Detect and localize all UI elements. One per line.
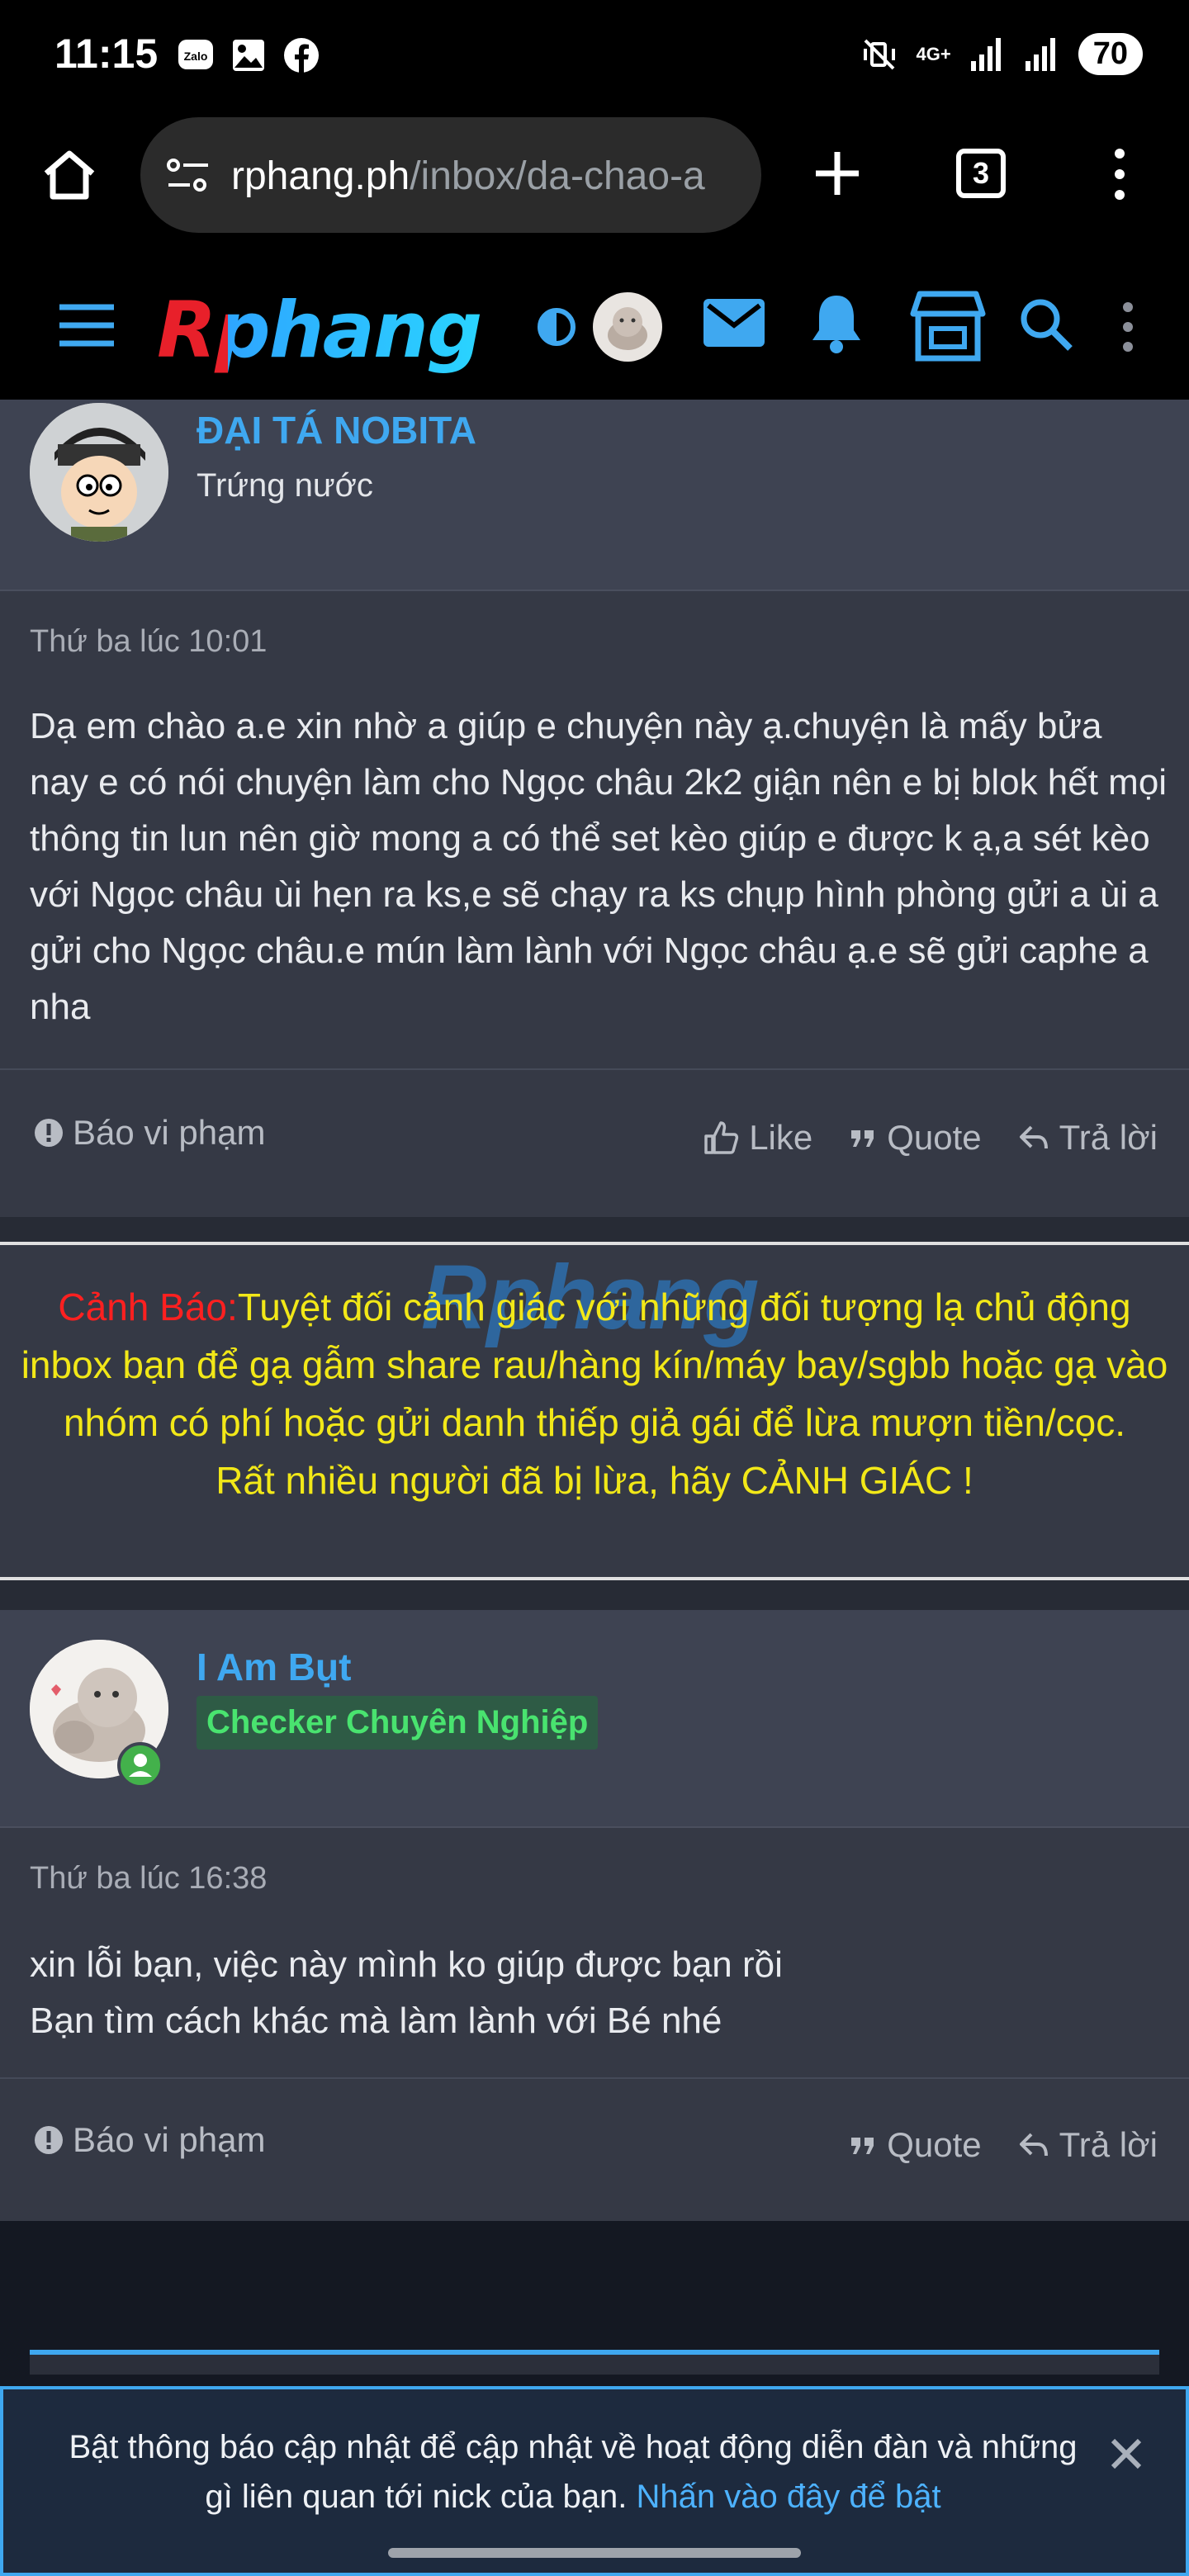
post-actions: Like Quote Trả lời [703,1118,1158,1158]
online-status-icon [117,1742,163,1788]
cat-avatar-image [608,307,647,350]
zalo-icon: Zalo [178,40,213,69]
warning-text: Cảnh Báo:Tuyệt đối cảnh giác với những đ… [17,1278,1172,1509]
quote-label: Quote [887,2125,982,2164]
site-logo[interactable]: Rphang [157,286,482,376]
reply-arrow-icon [1019,2133,1048,2157]
notification-icons: Zalo [177,36,320,74]
status-indicators: 4G+ 70 [860,33,1143,75]
post-date[interactable]: Thứ ba lúc 10:01 [30,624,267,660]
reply-button[interactable]: Trả lời [1018,1118,1158,1158]
notification-bell-icon[interactable] [808,292,865,355]
theme-toggle-icon[interactable] [535,305,578,348]
author-badge: Checker Chuyên Nghiệp [197,1696,599,1750]
alert-icon [35,2126,63,2154]
home-icon[interactable] [40,145,99,205]
post-actions-bar: Báo vi phạm Quote Trả lời [0,2077,1189,2221]
site-settings-icon[interactable] [165,155,211,195]
message-post: ĐẠI TÁ NOBITA Trứng nước Thứ ba lúc 10:0… [0,400,1189,1217]
status-bar: 11:15 Zalo 4G+ 70 [0,0,1189,112]
reply-label: Trả lời [1059,2125,1158,2164]
url-path: /inbox/da-chao-a [410,154,705,198]
author-username[interactable]: I Am Bụt [197,1645,351,1689]
hamburger-menu-icon[interactable] [58,302,116,348]
author-username[interactable]: ĐẠI TÁ NOBITA [197,408,476,452]
quote-icon [851,1130,874,1147]
search-icon[interactable] [1017,296,1075,353]
close-icon[interactable] [1108,2436,1144,2472]
enable-notifications-link[interactable]: Nhấn vào đây để bật [636,2479,940,2515]
facebook-icon [284,38,319,73]
post-actions-bar: Báo vi phạm Like Quote Trả lời [0,1068,1189,1217]
browser-menu-icon[interactable] [1103,145,1136,203]
gesture-bar [388,2548,801,2558]
svg-text:Zalo: Zalo [184,50,208,63]
report-label: Báo vi phạm [73,2120,266,2159]
post-author-block: I Am Bụt Checker Chuyên Nghiệp [0,1610,1189,1828]
url-domain: rphang.ph [231,154,410,198]
status-time: 11:15 [54,31,159,77]
site-header: Rphang [0,238,1189,400]
post-content: xin lỗi bạn, việc này mình ko giúp được … [30,1937,1169,2049]
thumbs-up-icon [704,1121,739,1154]
address-bar[interactable]: rphang.ph/inbox/da-chao-a [140,117,761,233]
scam-warning-banner: Rphang Cảnh Báo:Tuyệt đối cảnh giác với … [0,1242,1189,1580]
report-label: Báo vi phạm [73,1113,266,1152]
post-actions: Quote Trả lời [849,2125,1158,2165]
like-label: Like [749,1118,813,1157]
reply-box-edge [30,2350,1159,2375]
network-type: 4G+ [916,43,951,64]
post-date[interactable]: Thứ ba lúc 16:38 [30,1861,267,1896]
url-text[interactable]: rphang.ph/inbox/da-chao-a [231,154,743,199]
tab-switcher-button[interactable]: 3 [956,149,1006,198]
post-author-block: ĐẠI TÁ NOBITA Trứng nước [0,400,1189,591]
report-button[interactable]: Báo vi phạm [33,2120,265,2160]
quote-icon [851,2138,874,2154]
post-content-line: xin lỗi bạn, việc này mình ko giúp được … [30,1944,783,1985]
reply-arrow-icon [1019,1125,1048,1149]
warning-message-2: Rất nhiều người đã bị lừa, hãy CẢNH GIÁC… [216,1459,973,1502]
signal-icon [970,37,1001,71]
quote-label: Quote [887,1118,982,1157]
quote-button[interactable]: Quote [849,1118,982,1158]
post-content: Dạ em chào a.e xin nhờ a giúp e chuyện n… [30,706,1168,1027]
quote-button[interactable]: Quote [849,2125,982,2165]
marketplace-store-icon[interactable] [907,289,989,363]
alert-icon [35,1119,63,1147]
notification-text: Bật thông báo cập nhật để cập nhật về ho… [53,2422,1093,2522]
inbox-mail-icon[interactable] [703,299,765,347]
report-button[interactable]: Báo vi phạm [33,1113,265,1153]
reply-label: Trả lời [1059,1118,1158,1157]
author-title: Trứng nước [197,467,373,504]
reply-button[interactable]: Trả lời [1018,2125,1158,2165]
image-icon [233,40,264,71]
new-tab-icon[interactable] [811,147,864,200]
warning-label: Cảnh Báo: [58,1286,238,1328]
post-content-line: Bạn tìm cách khác mà làm lành với Bé nhé [30,2001,722,2041]
browser-toolbar: rphang.ph/inbox/da-chao-a 3 [0,112,1189,238]
signal-icon-2 [1025,37,1055,71]
message-post: I Am Bụt Checker Chuyên Nghiệp Thứ ba lú… [0,1610,1189,2221]
author-avatar[interactable] [30,403,168,542]
site-more-menu-icon[interactable] [1118,301,1138,353]
like-button[interactable]: Like [703,1118,812,1158]
battery-level: 70 [1078,33,1143,75]
nobita-avatar-image [30,403,168,542]
user-avatar[interactable] [593,292,662,362]
mute-vibrate-icon [863,39,895,69]
